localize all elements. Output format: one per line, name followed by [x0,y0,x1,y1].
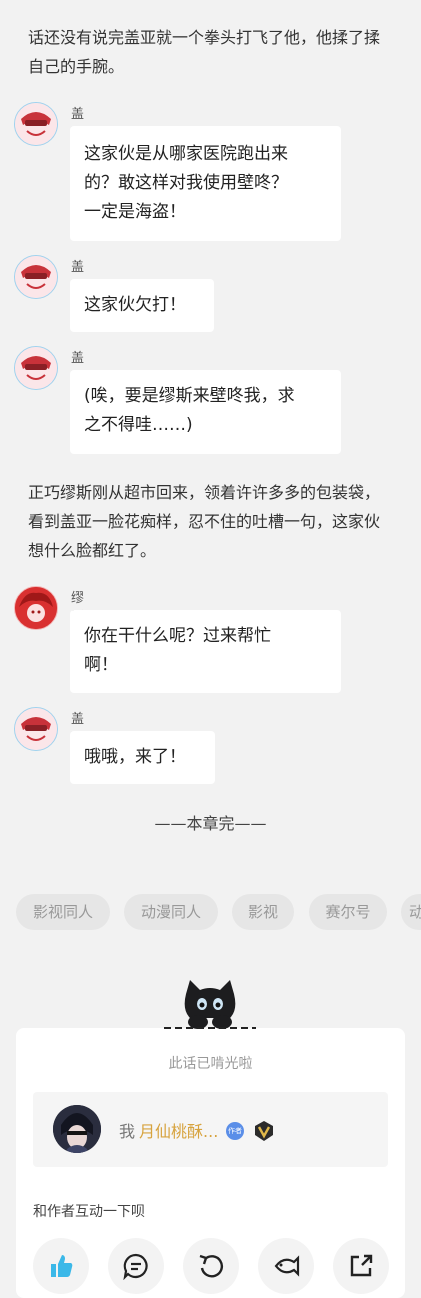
interact-title: 和作者互动一下呗 [33,1204,145,1220]
avatar-gaia[interactable] [14,346,58,390]
speech-bubble: (唉，要是缪斯来壁咚我，求 之不得哇……) [70,370,341,454]
avatar-gaia[interactable] [14,102,58,146]
speech-bubble: 你在干什么呢？过来帮忙 啊！ [70,610,341,693]
chapter-end-marker: ——本章完—— [154,814,267,833]
comment-button[interactable] [108,1238,164,1294]
author-badge: 作者 [226,1122,244,1140]
like-button[interactable] [33,1238,89,1294]
tag-chip[interactable]: 赛尔号 [309,894,387,930]
tag-chip[interactable]: 动漫同人 [124,894,218,930]
narration-paragraph: 正巧缪斯刚从超市回来，领着许许多多的包装袋，看到盖亚一脸花痴样，忍不住的吐槽一句… [28,483,381,560]
avatar-muse[interactable] [14,586,58,630]
speech-bubble: 这家伙是从哪家医院跑出来 的？敢这样对我使用壁咚？ 一定是海盗！ [70,126,341,241]
vip-badge-icon [255,1121,273,1141]
author-avatar[interactable] [53,1105,101,1153]
avatar-gaia[interactable] [14,707,58,751]
undo-icon [199,1254,224,1278]
comment-icon [123,1253,148,1280]
author-name[interactable]: 月仙桃酥... [139,1122,218,1141]
author-prefix: 我 [119,1122,136,1141]
avatar-gaia[interactable] [14,255,58,299]
narration-paragraph: 话还没有说完盖亚就一个拳头打飞了他，他揉了揉自己的手腕。 [28,28,381,76]
share-icon [350,1254,373,1277]
fish-button[interactable] [258,1238,314,1294]
tag-chip[interactable]: 影视 [232,894,294,930]
speech-bubble: 哦哦，来了！ [70,731,215,784]
cat-mascot-icon [160,980,260,1040]
fish-icon [274,1255,300,1277]
author-line: 我月仙桃酥... [119,1118,218,1142]
chapter-finished-text: 此话已啃光啦 [168,1056,253,1072]
like-icon [51,1255,73,1277]
author-row[interactable]: 我月仙桃酥... 作者 [33,1092,388,1167]
share-button[interactable] [333,1238,389,1294]
undo-button[interactable] [183,1238,239,1294]
speech-bubble: 这家伙欠打！ [70,279,214,332]
tag-chip[interactable]: 影视同人 [16,894,110,930]
tag-chip[interactable]: 动 [401,894,421,930]
